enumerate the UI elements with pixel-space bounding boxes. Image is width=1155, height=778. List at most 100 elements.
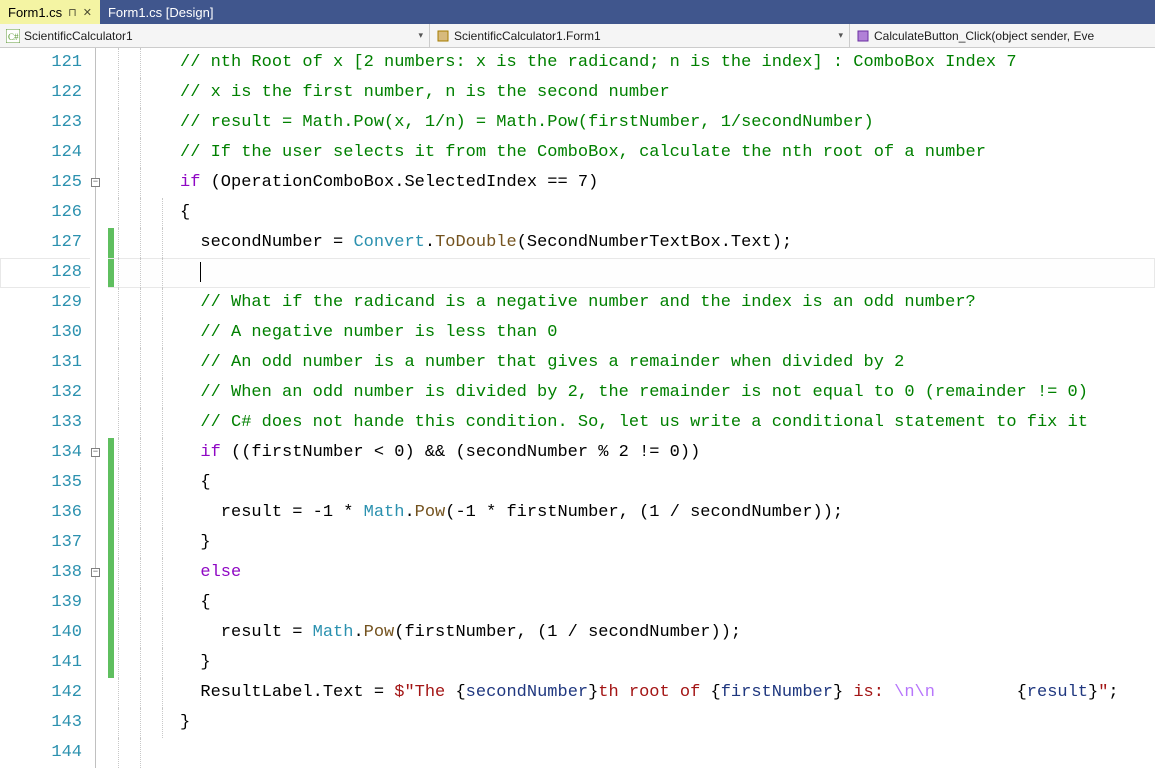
text-caret [200,262,201,282]
code-line[interactable]: 128 [0,258,1155,288]
outline-gutter [90,738,108,768]
code-text[interactable] [180,258,1155,288]
line-number: 137 [0,528,90,558]
code-text[interactable]: // result = Math.Pow(x, 1/n) = Math.Pow(… [180,108,1155,138]
csharp-icon: C# [6,29,20,43]
code-text[interactable]: // What if the radicand is a negative nu… [180,288,1155,318]
line-number: 124 [0,138,90,168]
outline-gutter [90,648,108,678]
code-line[interactable]: 136 result = -1 * Math.Pow(-1 * firstNum… [0,498,1155,528]
line-number: 125 [0,168,90,198]
code-text[interactable]: // An odd number is a number that gives … [180,348,1155,378]
code-line[interactable]: 130 // A negative number is less than 0 [0,318,1155,348]
outline-gutter [90,498,108,528]
code-text[interactable]: secondNumber = Convert.ToDouble(SecondNu… [180,228,1155,258]
code-line[interactable]: 137 } [0,528,1155,558]
outline-gutter [90,378,108,408]
code-text[interactable] [180,738,1155,768]
code-line[interactable]: 129 // What if the radicand is a negativ… [0,288,1155,318]
navigation-bar: C# ScientificCalculator1 ▾ ScientificCal… [0,24,1155,48]
code-line[interactable]: 132 // When an odd number is divided by … [0,378,1155,408]
code-text[interactable]: // If the user selects it from the Combo… [180,138,1155,168]
line-number: 128 [0,258,90,288]
outline-gutter [90,198,108,228]
code-line[interactable]: 127 secondNumber = Convert.ToDouble(Seco… [0,228,1155,258]
code-line[interactable]: 141 } [0,648,1155,678]
code-text[interactable]: } [180,528,1155,558]
code-text[interactable]: // C# does not hande this condition. So,… [180,408,1155,438]
code-line[interactable]: 134− if ((firstNumber < 0) && (secondNum… [0,438,1155,468]
code-line[interactable]: 135 { [0,468,1155,498]
outline-gutter [90,708,108,738]
fold-toggle-icon[interactable]: − [91,448,100,457]
code-line[interactable]: 139 { [0,588,1155,618]
line-number: 140 [0,618,90,648]
code-line[interactable]: 133 // C# does not hande this condition.… [0,408,1155,438]
code-text[interactable]: } [180,708,1155,738]
line-number: 141 [0,648,90,678]
code-text[interactable]: if (OperationComboBox.SelectedIndex == 7… [180,168,1155,198]
tab-form1-cs[interactable]: Form1.cs ⊓ ✕ [0,0,100,24]
chevron-down-icon: ▾ [418,30,423,41]
code-line[interactable]: 140 result = Math.Pow(firstNumber, (1 / … [0,618,1155,648]
code-line[interactable]: 121// nth Root of x [2 numbers: x is the… [0,48,1155,78]
class-icon [436,29,450,43]
code-text[interactable]: { [180,588,1155,618]
code-text[interactable]: { [180,468,1155,498]
tab-bar: Form1.cs ⊓ ✕ Form1.cs [Design] [0,0,1155,24]
outline-gutter [90,138,108,168]
code-text[interactable]: ResultLabel.Text = $"The {secondNumber}t… [180,678,1155,708]
outline-gutter [90,48,108,78]
outline-gutter: − [90,438,108,468]
code-text[interactable]: // When an odd number is divided by 2, t… [180,378,1155,408]
outline-gutter [90,108,108,138]
code-text[interactable]: if ((firstNumber < 0) && (secondNumber %… [180,438,1155,468]
code-text[interactable]: result = -1 * Math.Pow(-1 * firstNumber,… [180,498,1155,528]
code-line[interactable]: 144 [0,738,1155,768]
outline-gutter [90,228,108,258]
code-line[interactable]: 124 // If the user selects it from the Co… [0,138,1155,168]
code-line[interactable]: 126 { [0,198,1155,228]
outline-gutter [90,318,108,348]
close-icon[interactable]: ✕ [83,6,92,19]
code-text[interactable]: // A negative number is less than 0 [180,318,1155,348]
code-text[interactable]: else [180,558,1155,588]
nav-member-dropdown[interactable]: CalculateButton_Click(object sender, Eve [850,24,1155,47]
svg-text:C#: C# [8,32,19,42]
nav-member-label: CalculateButton_Click(object sender, Eve [874,29,1094,43]
outline-gutter [90,78,108,108]
nav-project-dropdown[interactable]: C# ScientificCalculator1 ▾ [0,24,430,47]
fold-toggle-icon[interactable]: − [91,568,100,577]
line-number: 135 [0,468,90,498]
line-number: 144 [0,738,90,768]
code-text[interactable]: result = Math.Pow(firstNumber, (1 / seco… [180,618,1155,648]
line-number: 126 [0,198,90,228]
line-number: 134 [0,438,90,468]
code-text[interactable]: } [180,648,1155,678]
tab-form1-design[interactable]: Form1.cs [Design] [100,0,221,24]
line-number: 138 [0,558,90,588]
line-number: 123 [0,108,90,138]
code-line[interactable]: 125− if (OperationComboBox.SelectedIndex … [0,168,1155,198]
code-line[interactable]: 143} [0,708,1155,738]
code-line[interactable]: 131 // An odd number is a number that gi… [0,348,1155,378]
line-number: 143 [0,708,90,738]
code-text[interactable]: { [180,198,1155,228]
code-line[interactable]: 142 ResultLabel.Text = $"The {secondNumb… [0,678,1155,708]
code-line[interactable]: 138− else [0,558,1155,588]
outline-gutter: − [90,168,108,198]
nav-class-label: ScientificCalculator1.Form1 [454,29,601,43]
outline-gutter: − [90,558,108,588]
nav-class-dropdown[interactable]: ScientificCalculator1.Form1 ▾ [430,24,850,47]
code-text[interactable]: // nth Root of x [2 numbers: x is the ra… [180,48,1155,78]
code-line[interactable]: 123 // result = Math.Pow(x, 1/n) = Math.P… [0,108,1155,138]
line-number: 132 [0,378,90,408]
code-line[interactable]: 122// x is the first number, n is the se… [0,78,1155,108]
outline-gutter [90,528,108,558]
nav-project-label: ScientificCalculator1 [24,29,133,43]
outline-gutter [90,468,108,498]
fold-toggle-icon[interactable]: − [91,178,100,187]
code-text[interactable]: // x is the first number, n is the secon… [180,78,1155,108]
code-editor[interactable]: 121// nth Root of x [2 numbers: x is the… [0,48,1155,768]
pin-icon[interactable]: ⊓ [68,6,77,19]
